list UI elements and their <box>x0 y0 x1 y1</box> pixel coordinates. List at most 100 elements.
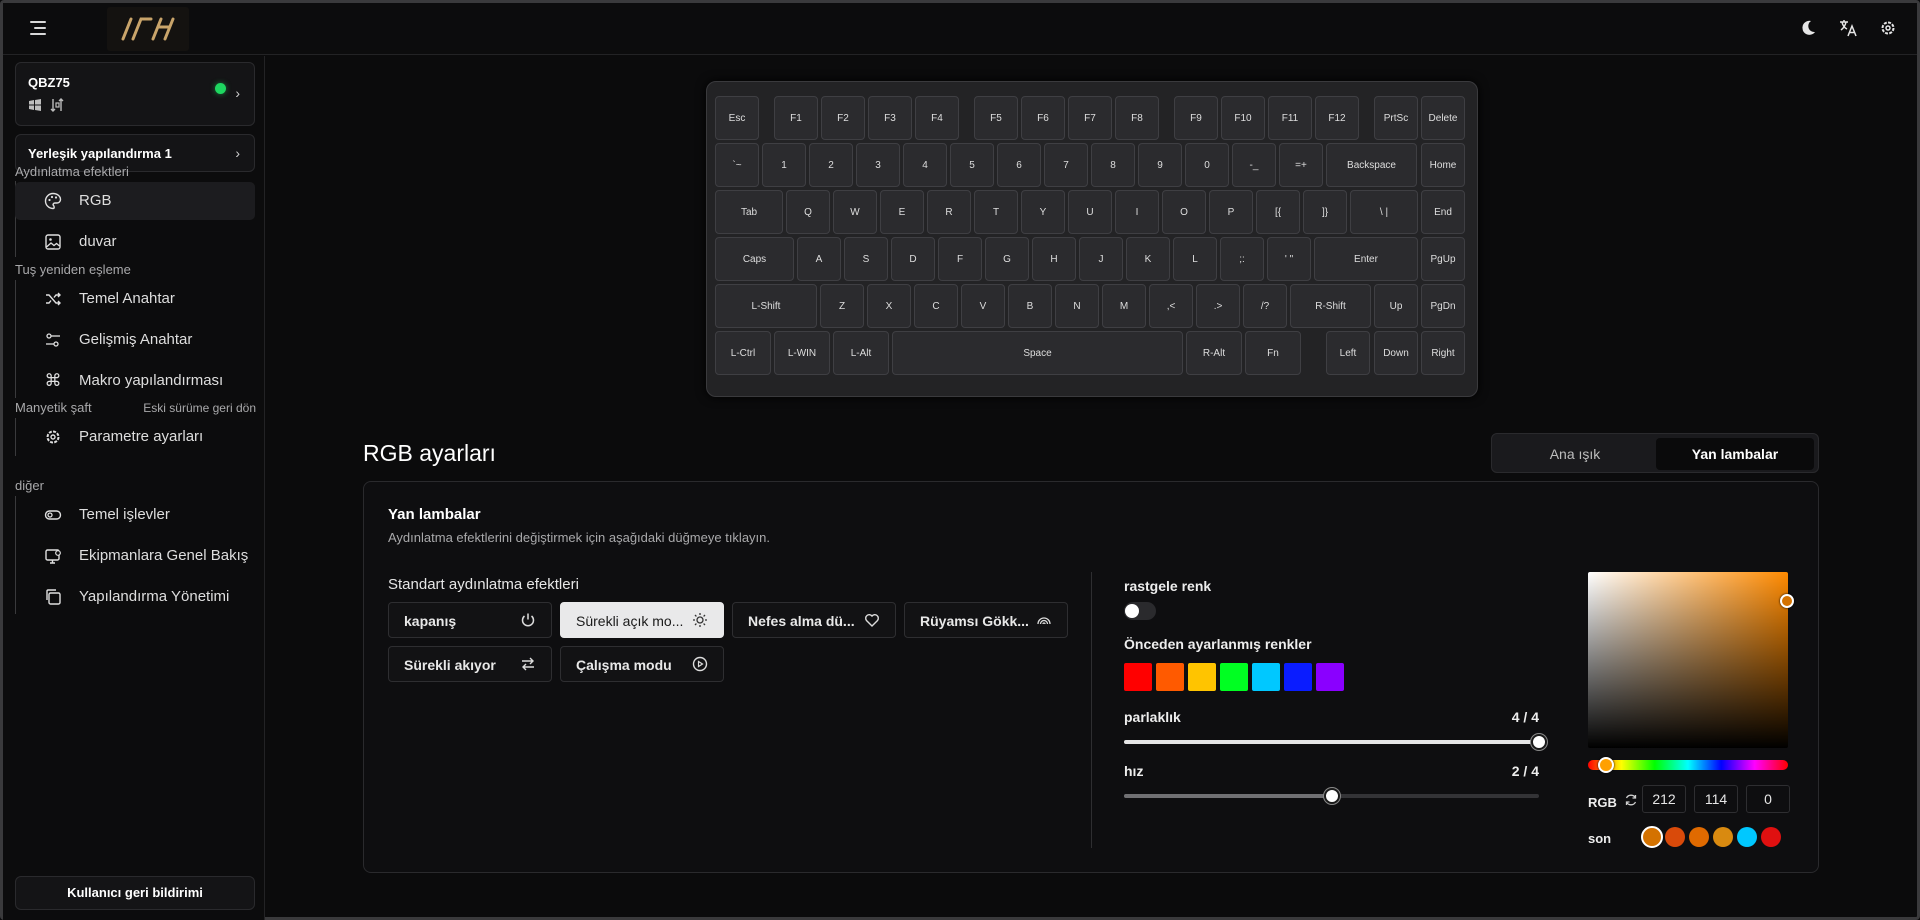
key[interactable]: Esc <box>715 96 759 140</box>
key[interactable]: \ | <box>1350 190 1418 234</box>
key[interactable]: B <box>1008 284 1052 328</box>
key[interactable]: End <box>1421 190 1465 234</box>
recent-color-swatch[interactable] <box>1737 827 1757 847</box>
recent-color-swatch[interactable] <box>1665 827 1685 847</box>
key[interactable]: T <box>974 190 1018 234</box>
preset-color-swatch[interactable] <box>1252 663 1280 691</box>
key[interactable]: ;: <box>1220 237 1264 281</box>
key[interactable]: F12 <box>1315 96 1359 140</box>
key[interactable]: Enter <box>1314 237 1418 281</box>
key[interactable]: K <box>1126 237 1170 281</box>
sidebar-item-temel-anahtar[interactable]: Temel Anahtar <box>15 280 255 318</box>
key[interactable]: P <box>1209 190 1253 234</box>
sidebar-item-gelismis-anahtar[interactable]: Gelişmiş Anahtar <box>15 321 255 359</box>
recent-color-swatch[interactable] <box>1761 827 1781 847</box>
key[interactable]: U <box>1068 190 1112 234</box>
key[interactable]: Left <box>1326 331 1370 375</box>
key[interactable]: `~ <box>715 143 759 187</box>
key[interactable]: D <box>891 237 935 281</box>
key[interactable]: C <box>914 284 958 328</box>
effect-breathing-button[interactable]: Nefes alma dü... <box>732 602 896 638</box>
preset-color-swatch[interactable] <box>1124 663 1152 691</box>
key[interactable]: N <box>1055 284 1099 328</box>
key[interactable]: PgUp <box>1421 237 1465 281</box>
random-color-toggle[interactable] <box>1124 602 1156 620</box>
preset-color-swatch[interactable] <box>1284 663 1312 691</box>
key[interactable]: F2 <box>821 96 865 140</box>
key[interactable]: F9 <box>1174 96 1218 140</box>
key[interactable]: 8 <box>1091 143 1135 187</box>
sidebar-item-temel-islevler[interactable]: Temel işlevler <box>15 496 255 534</box>
key[interactable]: =+ <box>1279 143 1323 187</box>
key[interactable]: Q <box>786 190 830 234</box>
sidebar-item-makro[interactable]: ⌘ Makro yapılandırması <box>15 362 255 400</box>
blue-input[interactable] <box>1746 785 1790 813</box>
sidebar-item-yapilandirma[interactable]: Yapılandırma Yönetimi <box>15 578 255 616</box>
key[interactable]: F <box>938 237 982 281</box>
key[interactable]: F11 <box>1268 96 1312 140</box>
key[interactable]: Caps <box>715 237 794 281</box>
key[interactable]: /? <box>1243 284 1287 328</box>
preset-color-swatch[interactable] <box>1220 663 1248 691</box>
key[interactable]: 2 <box>809 143 853 187</box>
key[interactable]: F6 <box>1021 96 1065 140</box>
gear-icon[interactable] <box>1877 17 1899 39</box>
key[interactable]: L-Shift <box>715 284 817 328</box>
key[interactable]: V <box>961 284 1005 328</box>
key[interactable]: 5 <box>950 143 994 187</box>
key[interactable]: 6 <box>997 143 1041 187</box>
green-input[interactable] <box>1694 785 1738 813</box>
key[interactable]: 0 <box>1185 143 1229 187</box>
effect-flowing-button[interactable]: Sürekli akıyor <box>388 646 552 682</box>
key[interactable]: L-WIN <box>774 331 830 375</box>
key[interactable]: L-Alt <box>833 331 889 375</box>
key[interactable]: Delete <box>1421 96 1465 140</box>
tab-side-lights[interactable]: Yan lambalar <box>1656 438 1814 470</box>
key[interactable]: H <box>1032 237 1076 281</box>
key[interactable]: Z <box>820 284 864 328</box>
effect-always-on-button[interactable]: Sürekli açık mo... <box>560 602 724 638</box>
translate-icon[interactable] <box>1837 17 1859 39</box>
key[interactable]: F1 <box>774 96 818 140</box>
key[interactable]: ]} <box>1303 190 1347 234</box>
key[interactable]: Down <box>1374 331 1418 375</box>
hue-slider[interactable] <box>1588 757 1788 773</box>
tab-main-light[interactable]: Ana ışık <box>1496 438 1654 470</box>
key[interactable]: F4 <box>915 96 959 140</box>
device-card[interactable]: QBZ75 › <box>15 62 255 126</box>
key[interactable]: F8 <box>1115 96 1159 140</box>
effect-rainbow-button[interactable]: Rüyamsı Gökk... <box>904 602 1068 638</box>
effect-work-mode-button[interactable]: Çalışma modu <box>560 646 724 682</box>
key[interactable]: W <box>833 190 877 234</box>
key[interactable]: 1 <box>762 143 806 187</box>
key[interactable]: Y <box>1021 190 1065 234</box>
key[interactable]: F10 <box>1221 96 1265 140</box>
red-input[interactable] <box>1642 785 1686 813</box>
key[interactable]: Tab <box>715 190 783 234</box>
key[interactable]: ' " <box>1267 237 1311 281</box>
key[interactable]: Right <box>1421 331 1465 375</box>
key[interactable]: L <box>1173 237 1217 281</box>
recent-color-swatch[interactable] <box>1689 827 1709 847</box>
moon-icon[interactable] <box>1797 17 1819 39</box>
feedback-button[interactable]: Kullanıcı geri bildirimi <box>15 876 255 910</box>
hue-thumb[interactable] <box>1598 757 1614 773</box>
key[interactable]: Backspace <box>1326 143 1417 187</box>
preset-color-swatch[interactable] <box>1156 663 1184 691</box>
key[interactable]: A <box>797 237 841 281</box>
key[interactable]: O <box>1162 190 1206 234</box>
key[interactable]: -_ <box>1232 143 1276 187</box>
key[interactable]: .> <box>1196 284 1240 328</box>
key[interactable]: PgDn <box>1421 284 1465 328</box>
speed-thumb[interactable] <box>1323 788 1340 804</box>
key[interactable]: [{ <box>1256 190 1300 234</box>
key[interactable]: Home <box>1421 143 1465 187</box>
sidebar-item-rgb[interactable]: RGB <box>15 182 255 220</box>
key[interactable]: ,< <box>1149 284 1193 328</box>
saturation-value-picker[interactable] <box>1588 572 1794 748</box>
key[interactable]: R-Shift <box>1290 284 1371 328</box>
key[interactable]: 9 <box>1138 143 1182 187</box>
key[interactable]: 7 <box>1044 143 1088 187</box>
sidebar-item-duvar[interactable]: duvar <box>15 223 255 261</box>
speed-slider[interactable] <box>1124 788 1539 804</box>
